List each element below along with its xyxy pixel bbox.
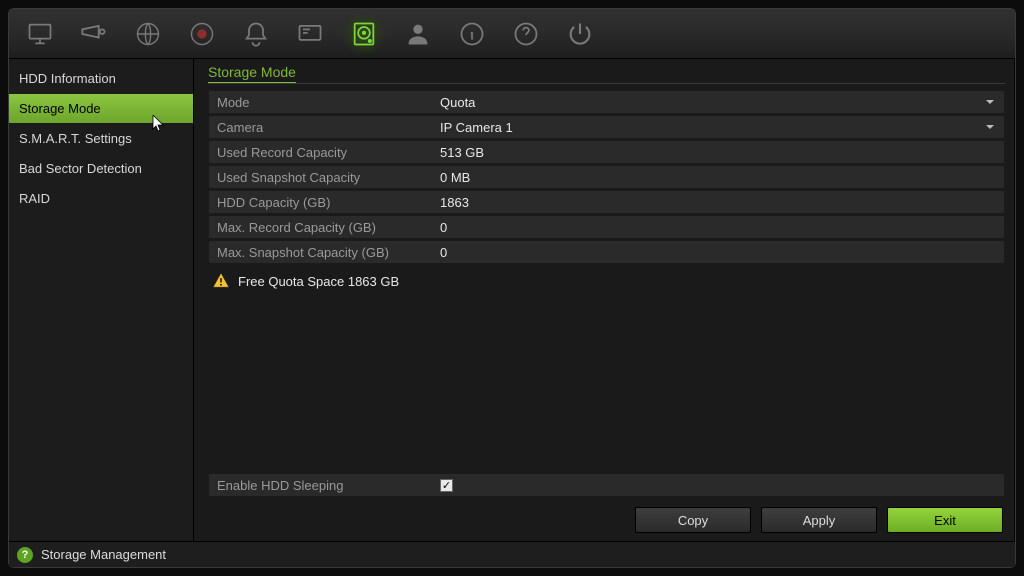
sidebar: HDD Information Storage Mode S.M.A.R.T. … [9,59,194,541]
top-toolbar [9,9,1015,59]
record-icon[interactable] [177,15,227,53]
user-icon[interactable] [393,15,443,53]
help-icon[interactable] [501,15,551,53]
input-max-snapshot[interactable]: 0 [434,245,1004,260]
status-bar: ? Storage Management [9,541,1015,567]
row-hdd-capacity: HDD Capacity (GB) 1863 [208,190,1005,214]
row-camera: Camera IP Camera 1 [208,115,1005,139]
select-mode[interactable]: Quota [434,95,1004,110]
sidebar-item-label: Bad Sector Detection [19,161,142,176]
label-camera: Camera [209,120,434,135]
camera-icon[interactable] [69,15,119,53]
label-used-record: Used Record Capacity [209,145,434,160]
power-icon[interactable] [555,15,605,53]
sidebar-item-storage-mode[interactable]: Storage Mode [9,94,193,123]
value-hdd-capacity: 1863 [434,195,1004,210]
checkbox-enable-sleeping-wrap: ✓ [434,479,1004,492]
body: HDD Information Storage Mode S.M.A.R.T. … [9,59,1015,541]
sidebar-item-label: RAID [19,191,50,206]
hdd-icon[interactable] [339,15,389,53]
app-window: HDD Information Storage Mode S.M.A.R.T. … [8,8,1016,568]
quota-notice: Free Quota Space 1863 GB [208,264,1005,298]
info-icon[interactable] [447,15,497,53]
row-mode: Mode Quota [208,90,1005,114]
exit-button[interactable]: Exit [887,507,1003,533]
monitor-icon[interactable] [15,15,65,53]
select-camera-value: IP Camera 1 [440,120,513,135]
globe-icon[interactable] [123,15,173,53]
row-max-record: Max. Record Capacity (GB) 0 [208,215,1005,239]
select-camera[interactable]: IP Camera 1 [434,120,1004,135]
status-text: Storage Management [41,547,166,562]
apply-button[interactable]: Apply [761,507,877,533]
select-mode-value: Quota [440,95,475,110]
warning-icon [212,272,230,290]
label-mode: Mode [209,95,434,110]
sidebar-item-label: Storage Mode [19,101,101,116]
display-icon[interactable] [285,15,335,53]
row-used-record: Used Record Capacity 513 GB [208,140,1005,164]
label-hdd-capacity: HDD Capacity (GB) [209,195,434,210]
row-max-snapshot: Max. Snapshot Capacity (GB) 0 [208,240,1005,264]
sidebar-item-label: S.M.A.R.T. Settings [19,131,132,146]
copy-button[interactable]: Copy [635,507,751,533]
sidebar-item-hdd-information[interactable]: HDD Information [9,64,193,93]
form: Mode Quota Camera IP Camera 1 Used Recor… [208,90,1005,264]
label-used-snapshot: Used Snapshot Capacity [209,170,434,185]
alarm-icon[interactable] [231,15,281,53]
quota-notice-text: Free Quota Space 1863 GB [238,274,399,289]
sidebar-item-smart-settings[interactable]: S.M.A.R.T. Settings [9,124,193,153]
chevron-down-icon [986,100,994,104]
main-panel: Storage Mode Mode Quota Camera IP Camera… [194,59,1015,541]
input-max-record[interactable]: 0 [434,220,1004,235]
row-used-snapshot: Used Snapshot Capacity 0 MB [208,165,1005,189]
label-max-record: Max. Record Capacity (GB) [209,220,434,235]
label-max-snapshot: Max. Snapshot Capacity (GB) [209,245,434,260]
section-title: Storage Mode [208,63,1005,84]
help-small-icon[interactable]: ? [17,547,33,563]
chevron-down-icon [986,125,994,129]
sidebar-item-bad-sector[interactable]: Bad Sector Detection [9,154,193,183]
row-enable-sleeping: Enable HDD Sleeping ✓ [208,473,1005,497]
label-enable-sleeping: Enable HDD Sleeping [209,478,434,493]
button-row: Copy Apply Exit [208,503,1005,535]
sidebar-item-raid[interactable]: RAID [9,184,193,213]
sidebar-item-label: HDD Information [19,71,116,86]
checkbox-enable-sleeping[interactable]: ✓ [440,479,453,492]
value-used-snapshot: 0 MB [434,170,1004,185]
value-used-record: 513 GB [434,145,1004,160]
